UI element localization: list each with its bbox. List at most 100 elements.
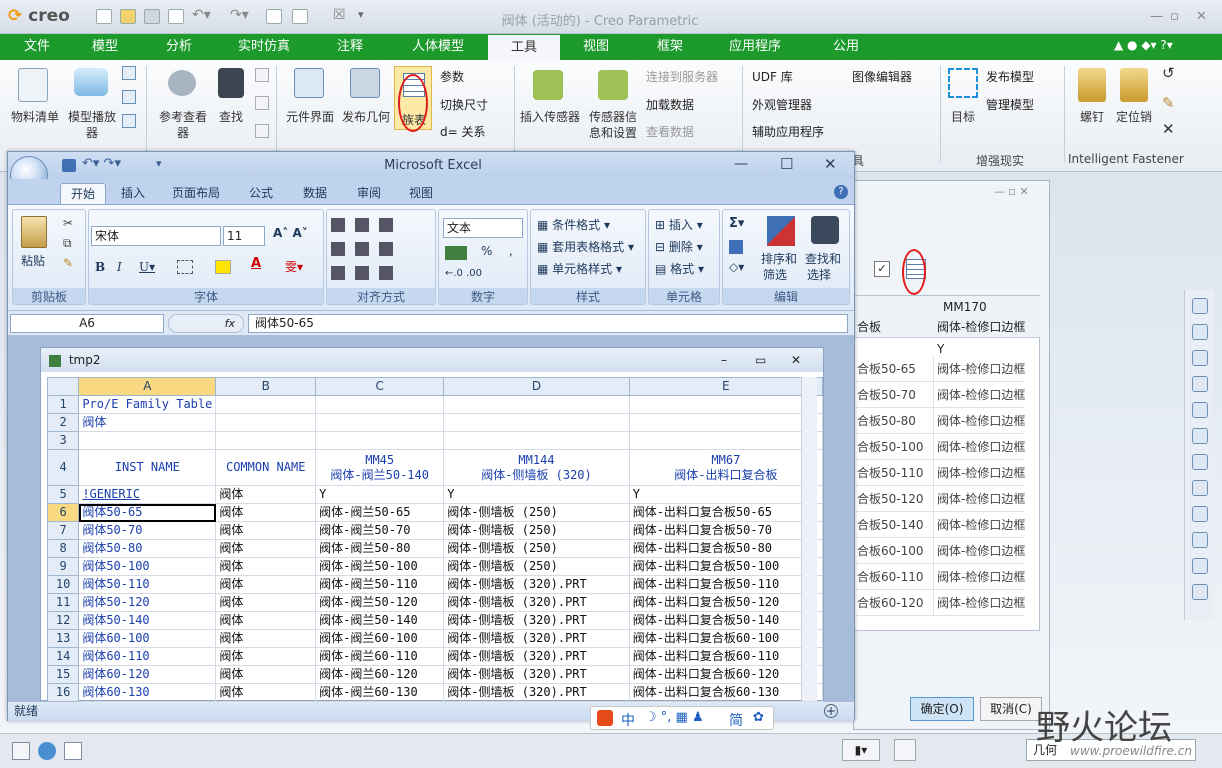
table-cell[interactable]: 阀体 <box>215 665 317 684</box>
row-header[interactable]: 3 <box>46 431 80 450</box>
table-cell[interactable]: Y <box>315 485 445 504</box>
model-player-icon[interactable] <box>74 68 108 96</box>
formula-input[interactable]: 阀体50-65 <box>248 314 848 333</box>
tab-utilities[interactable]: 公用 <box>818 34 874 60</box>
view-tool-icon[interactable] <box>1192 532 1208 548</box>
image-editor-button[interactable]: 图像编辑器 <box>852 68 912 85</box>
binoculars-icon[interactable] <box>218 68 244 98</box>
table-cell[interactable]: 阀体50-140 <box>78 611 217 630</box>
view-tool-icon[interactable] <box>1192 350 1208 366</box>
fill-icon[interactable] <box>729 240 743 254</box>
column-header[interactable]: C <box>315 377 445 396</box>
row-header[interactable]: 13 <box>46 629 80 648</box>
table-cell[interactable] <box>628 431 824 450</box>
spreadsheet-grid[interactable]: A B C D E 1 Pro/E Family Table 2 阀体 3 4 INST NAME CO… <box>46 377 824 702</box>
list-item[interactable]: 合板50-80 阀体-检修口边框 <box>855 408 1025 434</box>
row-header[interactable]: 15 <box>46 665 80 684</box>
table-cell[interactable]: 阀体-侧墙板 (320).PRT <box>443 665 630 684</box>
tab-live-simulation[interactable]: 实时仿真 <box>226 34 302 60</box>
small-tool-icon[interactable] <box>255 124 269 138</box>
bold-icon[interactable]: B <box>95 260 105 274</box>
tab-analysis[interactable]: 分析 <box>150 34 208 60</box>
bolt-icon[interactable] <box>1078 68 1106 102</box>
table-cell[interactable]: 阀体-出料口复合板50-100 <box>628 557 824 576</box>
zoom-in-icon[interactable]: + <box>824 704 838 718</box>
list-item[interactable]: 合板50-110 阀体-检修口边框 <box>855 460 1025 486</box>
table-cell[interactable]: 阀体-出料口复合板50-80 <box>628 539 824 558</box>
view-tool-icon[interactable] <box>1192 402 1208 418</box>
table-cell[interactable]: Y <box>628 485 824 504</box>
delete-icon[interactable]: ✕ <box>1162 120 1175 138</box>
close-icon[interactable]: ✕ <box>1196 9 1207 24</box>
table-cell[interactable]: 阀体-出料口复合板50-70 <box>628 521 824 540</box>
small-tool-icon[interactable] <box>122 90 136 104</box>
table-cell[interactable]: 阀体-出料口复合板50-110 <box>628 575 824 594</box>
table-cell[interactable]: 阀体 <box>215 485 317 504</box>
indent-icons[interactable] <box>331 266 401 280</box>
table-cell[interactable]: 阀体-侧墙板 (320).PRT <box>443 683 630 702</box>
clear-icon[interactable]: ◇▾ <box>729 260 744 274</box>
find-label[interactable]: 查找 <box>212 108 250 125</box>
tab-page-layout[interactable]: 页面布局 <box>164 183 228 204</box>
sensor-info-icon[interactable] <box>598 70 628 100</box>
row-header[interactable]: 6 <box>46 503 80 522</box>
table-cell[interactable]: 阀体50-100 <box>78 557 217 576</box>
table-cell[interactable]: 阀体-侧墙板 (250) <box>443 557 630 576</box>
cut-icon[interactable]: ✂ <box>63 216 73 230</box>
table-cell[interactable]: 阀体 <box>215 629 317 648</box>
appearance-manager-button[interactable]: 外观管理器 <box>752 96 812 113</box>
browser-icon[interactable] <box>38 742 56 760</box>
tab-framework[interactable]: 框架 <box>640 34 700 60</box>
help-icon[interactable]: ? <box>834 185 848 199</box>
table-cell[interactable] <box>315 395 445 414</box>
sort-filter-icon[interactable] <box>767 216 795 246</box>
target-label[interactable]: 目标 <box>944 108 982 125</box>
open-folder-icon[interactable] <box>120 9 136 24</box>
format-cells-button[interactable]: ▤ 格式 ▾ <box>655 260 704 277</box>
close-icon[interactable]: ✕ <box>824 155 837 173</box>
decimal-icons[interactable]: ←.0 .00 <box>445 268 482 279</box>
udf-library-button[interactable]: UDF 库 <box>752 68 793 85</box>
table-cell[interactable] <box>628 395 824 414</box>
table-cell[interactable]: INST NAME <box>78 449 217 486</box>
table-cell[interactable] <box>443 431 630 450</box>
insert-cells-button[interactable]: ⊞ 插入 ▾ <box>655 216 703 233</box>
table-cell[interactable]: 阀体-阀兰50-120 <box>315 593 445 612</box>
publish-geometry-icon[interactable] <box>350 68 380 98</box>
column-header[interactable]: B <box>215 377 317 396</box>
brush-icon[interactable]: ✎ <box>1162 94 1175 112</box>
insert-sensor-icon[interactable] <box>533 70 563 100</box>
locating-pin-label[interactable]: 定位销 <box>1112 108 1156 125</box>
table-cell[interactable]: 阀体-侧墙板 (250) <box>443 539 630 558</box>
grow-font-icon[interactable]: A˄ A˅ <box>273 226 308 240</box>
list-item[interactable]: 合板50-70 阀体-检修口边框 <box>855 382 1025 408</box>
target-icon[interactable] <box>948 68 978 98</box>
view-tool-icon[interactable] <box>1192 324 1208 340</box>
table-cell[interactable] <box>443 413 630 432</box>
save-icon[interactable] <box>144 9 160 24</box>
sheet-minimize-icon[interactable]: – <box>721 348 727 372</box>
bom-icon[interactable] <box>18 68 48 102</box>
redo-icon[interactable]: ↷▾ <box>230 7 249 23</box>
table-cell[interactable]: 阀体-阀兰60-120 <box>315 665 445 684</box>
sensor-info-label[interactable]: 传感器信 <box>584 108 642 125</box>
view-tool-icon[interactable] <box>1192 376 1208 392</box>
find-select-icon[interactable] <box>811 216 839 244</box>
underline-icon[interactable]: U▾ <box>139 260 155 274</box>
row-header[interactable]: 5 <box>46 485 80 504</box>
row-header[interactable]: 1 <box>46 395 80 414</box>
find-select-label[interactable]: 查找和 <box>805 250 841 267</box>
component-interface-label[interactable]: 元件界面 <box>282 108 338 125</box>
ok-button[interactable]: 确定(O) <box>910 697 974 721</box>
table-cell[interactable]: 阀体 <box>78 413 217 432</box>
table-cell[interactable]: 阀体-阀兰60-100 <box>315 629 445 648</box>
table-cell[interactable]: 阀体-侧墙板 (320).PRT <box>443 611 630 630</box>
save-icon[interactable] <box>62 159 76 172</box>
comma-icon[interactable]: , <box>509 244 513 258</box>
table-cell[interactable]: 阀体-阀兰60-130 <box>315 683 445 702</box>
row-header[interactable]: 11 <box>46 593 80 612</box>
table-cell[interactable]: 阀体-出料口复合板60-120 <box>628 665 824 684</box>
switch-dimensions-button[interactable]: 切换尺寸 <box>440 96 488 113</box>
table-cell[interactable]: 阀体 <box>215 503 317 522</box>
table-cell[interactable] <box>215 431 317 450</box>
